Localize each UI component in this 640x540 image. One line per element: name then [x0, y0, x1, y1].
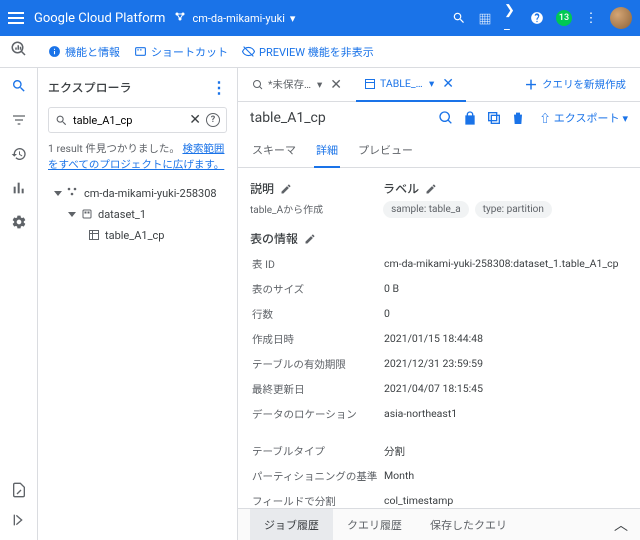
more-icon[interactable]: ⋮: [584, 11, 598, 25]
detail-subtabs: スキーマ 詳細 プレビュー: [238, 134, 640, 168]
tab-table[interactable]: TABLE_A...▾✕: [356, 68, 466, 102]
subtab-preview[interactable]: プレビュー: [356, 134, 415, 167]
shortcut-link[interactable]: ショートカット: [134, 44, 228, 60]
tree-project[interactable]: cm-da-mikami-yuki-258308: [48, 183, 227, 204]
detail-panel: *未保存の...▾✕ TABLE_A...▾✕ ＋クエリを新規作成 table_…: [238, 68, 640, 540]
resource-tree: cm-da-mikami-yuki-258308 dataset_1 table…: [48, 183, 227, 246]
filter-rail-icon[interactable]: [11, 112, 27, 128]
footer-tabs: ジョブ履歴 クエリ履歴 保存したクエリ ︿: [238, 508, 640, 540]
history-rail-icon[interactable]: [11, 146, 27, 162]
table-row: データのロケーションasia-northeast1: [252, 403, 626, 426]
table-row: テーブルタイプ分割: [252, 440, 626, 463]
project-selector[interactable]: cm-da-mikami-yuki ▾: [175, 12, 295, 25]
console-icon[interactable]: ❯_: [504, 11, 518, 25]
delete-icon[interactable]: [510, 110, 526, 126]
clear-icon[interactable]: ✕: [189, 112, 201, 128]
chevron-down-icon: ▾: [290, 12, 296, 25]
info-link[interactable]: 機能と情報: [48, 44, 120, 60]
subtab-schema[interactable]: スキーマ: [250, 134, 298, 167]
description-value: table_Aから作成: [250, 201, 323, 216]
table-row: パーティショニングの基準Month: [252, 465, 626, 488]
export-button[interactable]: ⇧エクスポート▾: [540, 110, 628, 126]
edit-icon[interactable]: [425, 183, 437, 195]
table-row: テーブルの有効期限2021/12/31 23:59:59: [252, 353, 626, 376]
close-icon[interactable]: ✕: [438, 76, 458, 92]
query-icon[interactable]: [438, 110, 454, 126]
search-icon[interactable]: [452, 11, 466, 25]
share-icon[interactable]: [462, 110, 478, 126]
stats-rail-icon[interactable]: [11, 180, 27, 196]
collapse-icon[interactable]: ︿: [614, 515, 628, 535]
label-chip: type: partition: [475, 201, 552, 218]
table-row: フィールドで分割col_timestamp: [252, 490, 626, 508]
footer-tab-query[interactable]: クエリ履歴: [333, 509, 416, 540]
feature-bar: 機能と情報 ショートカット PREVIEW 機能を非表示: [0, 36, 640, 68]
edit-icon[interactable]: [280, 183, 292, 195]
search-result-text: 1 result 件見つかりました。 検索範囲をすべてのプロジェクトに広げます。: [48, 141, 227, 173]
explorer-panel: エクスプローラ ⋮ ✕ ? 1 result 件見つかりました。 検索範囲をすべ…: [38, 68, 238, 540]
table-row: 表のサイズ0 B: [252, 278, 626, 301]
table-title-row: table_A1_cp ⇧エクスポート▾: [238, 102, 640, 134]
tree-table[interactable]: table_A1_cp: [48, 225, 227, 246]
tab-unsaved[interactable]: *未保存の...▾✕: [244, 68, 354, 102]
info-heading: 表の情報: [250, 230, 298, 247]
gift-icon[interactable]: ▦: [478, 11, 492, 25]
help-icon[interactable]: [530, 11, 544, 25]
search-input[interactable]: [73, 114, 184, 127]
close-icon[interactable]: ✕: [326, 77, 346, 93]
header: Google Cloud Platform cm-da-mikami-yuki …: [0, 0, 640, 36]
info-table: 表 IDcm-da-mikami-yuki-258308:dataset_1.t…: [250, 251, 628, 508]
avatar[interactable]: [610, 7, 632, 29]
footer-tab-job[interactable]: ジョブ履歴: [250, 509, 333, 540]
table-row: 行数0: [252, 303, 626, 326]
new-query-button[interactable]: ＋クエリを新規作成: [516, 75, 634, 95]
chevron-down-icon: ▾: [317, 78, 322, 91]
editor-tabs: *未保存の...▾✕ TABLE_A...▾✕ ＋クエリを新規作成: [238, 68, 640, 102]
edit-icon[interactable]: [304, 233, 316, 245]
search-box[interactable]: ✕ ?: [48, 107, 227, 133]
search-rail-icon[interactable]: [11, 78, 27, 94]
notifications-badge[interactable]: 13: [556, 10, 572, 26]
explorer-more-icon[interactable]: ⋮: [211, 78, 227, 97]
subtab-detail[interactable]: 詳細: [314, 134, 340, 168]
preview-link[interactable]: PREVIEW 機能を非表示: [242, 44, 374, 60]
copy-icon[interactable]: [486, 110, 502, 126]
search-icon: [55, 114, 68, 127]
bigquery-icon: [10, 40, 28, 58]
table-row: 作成日時2021/01/15 18:44:48: [252, 328, 626, 351]
expand-rail-icon[interactable]: [11, 512, 27, 528]
table-title: table_A1_cp: [250, 110, 326, 126]
chevron-down-icon: ▾: [429, 77, 434, 90]
table-row: 最終更新日2021/04/07 18:15:45: [252, 378, 626, 401]
help-icon[interactable]: ?: [206, 113, 220, 127]
explorer-title: エクスプローラ: [48, 79, 132, 96]
table-row: 表 IDcm-da-mikami-yuki-258308:dataset_1.t…: [252, 253, 626, 276]
label-heading: ラベル: [383, 180, 419, 197]
tree-dataset[interactable]: dataset_1: [48, 204, 227, 225]
detail-body: 説明 table_Aから作成 ラベル sample: table_a type:…: [238, 168, 640, 508]
gcp-logo[interactable]: Google Cloud Platform: [34, 11, 165, 26]
doc-rail-icon[interactable]: [11, 482, 27, 498]
footer-tab-saved[interactable]: 保存したクエリ: [416, 509, 521, 540]
label-chip: sample: table_a: [383, 201, 469, 218]
left-rail: [0, 68, 38, 540]
gear-rail-icon[interactable]: [11, 214, 27, 230]
description-heading: 説明: [250, 180, 274, 197]
menu-icon[interactable]: [8, 17, 24, 19]
